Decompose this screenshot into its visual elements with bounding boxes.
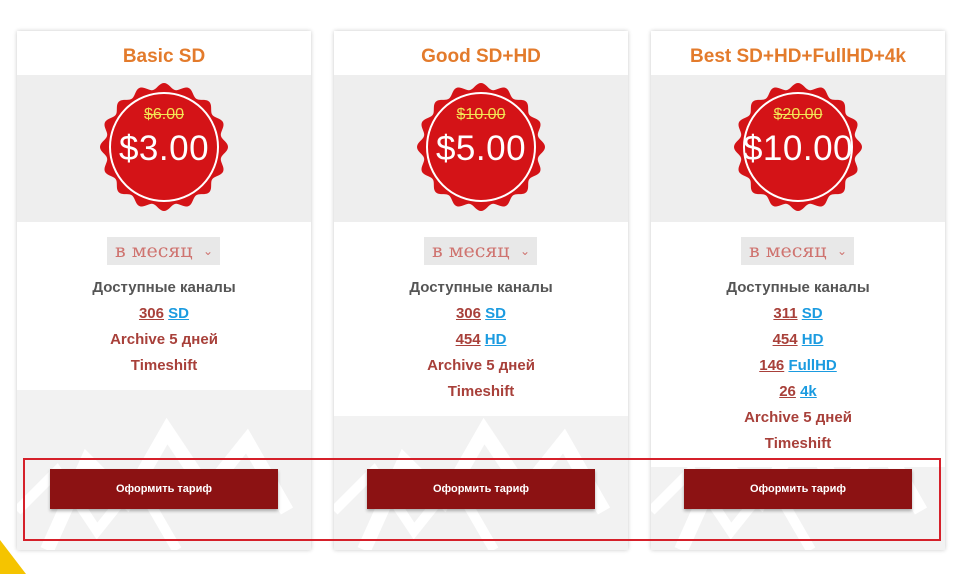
chevron-down-icon: ⌄ (519, 244, 530, 258)
corner-decoration (0, 540, 26, 574)
plan-title: Good SD+HD (334, 31, 628, 75)
archive-feature: Archive 5 дней (110, 331, 218, 348)
price-seal-icon: $10.00 $5.00 (414, 77, 548, 217)
channel-quality-link[interactable]: SD (485, 305, 506, 322)
channel-count: 306 (138, 305, 164, 322)
period-select[interactable]: в месяц ⌄ (741, 237, 854, 265)
old-price: $6.00 (143, 106, 185, 123)
old-price: $10.00 (456, 106, 506, 123)
features-section: в месяц ⌄ Доступные каналы 311 SD 454 HD… (651, 222, 945, 467)
channel-item[interactable]: 306 SD (17, 301, 311, 327)
price-seal-icon: $6.00 $3.00 (97, 77, 231, 217)
channel-item[interactable]: 454 HD (651, 327, 945, 353)
features-heading: Доступные каналы (92, 279, 236, 296)
features-section: в месяц ⌄ Доступные каналы 306 SD Archiv… (17, 222, 311, 390)
channel-quality-link[interactable]: HD (485, 331, 507, 348)
current-price: $3.00 (118, 129, 210, 168)
feature-list: Доступные каналы 311 SD 454 HD 146 FullH… (651, 275, 945, 457)
timeshift-feature: Timeshift (447, 383, 515, 400)
price-area: $20.00 $10.00 (651, 75, 945, 222)
feature-list: Доступные каналы 306 SD Archive 5 дней T… (17, 275, 311, 379)
channel-quality-link[interactable]: SD (168, 305, 189, 322)
features-heading: Доступные каналы (726, 279, 870, 296)
old-price: $20.00 (773, 106, 823, 123)
channel-count: 26 (779, 383, 796, 400)
channel-quality-link[interactable]: 4k (800, 383, 817, 400)
chevron-down-icon: ⌄ (202, 244, 213, 258)
period-select[interactable]: в месяц ⌄ (424, 237, 537, 265)
plan-title: Best SD+HD+FullHD+4k (651, 31, 945, 75)
channel-count: 454 (772, 331, 798, 348)
price-seal-icon: $20.00 $10.00 (731, 77, 865, 217)
current-price: $5.00 (435, 129, 527, 168)
period-label: в месяц (432, 240, 510, 262)
channel-item[interactable]: 311 SD (651, 301, 945, 327)
channel-quality-link[interactable]: FullHD (788, 357, 836, 374)
channel-item[interactable]: 146 FullHD (651, 353, 945, 379)
features-heading: Доступные каналы (409, 279, 553, 296)
period-select[interactable]: в месяц ⌄ (107, 237, 220, 265)
archive-feature: Archive 5 дней (744, 409, 852, 426)
channel-item[interactable]: 26 4k (651, 379, 945, 405)
current-price: $10.00 (742, 129, 854, 168)
plan-title: Basic SD (17, 31, 311, 75)
channel-item[interactable]: 306 SD (334, 301, 628, 327)
features-section: в месяц ⌄ Доступные каналы 306 SD 454 HD… (334, 222, 628, 416)
timeshift-feature: Timeshift (764, 435, 832, 452)
period-label: в месяц (749, 240, 827, 262)
channel-count: 311 (773, 305, 798, 322)
period-label: в месяц (115, 240, 193, 262)
price-area: $10.00 $5.00 (334, 75, 628, 222)
channel-count: 146 (759, 357, 785, 374)
highlight-box (23, 458, 941, 541)
feature-list: Доступные каналы 306 SD 454 HD Archive 5… (334, 275, 628, 405)
channel-item[interactable]: 454 HD (334, 327, 628, 353)
archive-feature: Archive 5 дней (427, 357, 535, 374)
channel-quality-link[interactable]: SD (802, 305, 823, 322)
channel-count: 454 (455, 331, 481, 348)
channel-quality-link[interactable]: HD (802, 331, 824, 348)
channel-count: 306 (455, 305, 481, 322)
timeshift-feature: Timeshift (130, 357, 198, 374)
price-area: $6.00 $3.00 (17, 75, 311, 222)
chevron-down-icon: ⌄ (836, 244, 847, 258)
